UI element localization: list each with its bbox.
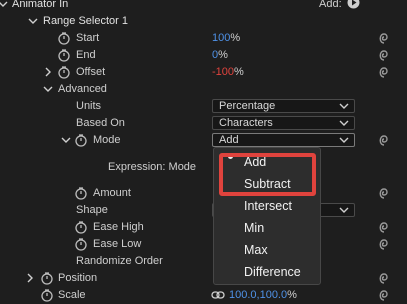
menu-item-intersect[interactable]: Intersect	[244, 198, 292, 214]
chevron-down-icon[interactable]	[61, 134, 71, 146]
randomize-order-label: Randomize Order	[76, 255, 163, 267]
ease-high-row: Ease High	[0, 219, 407, 236]
ease-low-row: Ease Low	[0, 236, 407, 253]
pickwhip-icon[interactable]	[377, 237, 391, 251]
chevron-down-icon	[339, 137, 349, 143]
mode-dropdown-value: Add	[219, 134, 239, 146]
position-row: Position	[0, 270, 407, 287]
chevron-right-icon[interactable]	[25, 272, 35, 284]
menu-item-max[interactable]: Max	[244, 242, 268, 258]
stopwatch-icon[interactable]	[74, 220, 88, 234]
pickwhip-icon[interactable]	[377, 288, 391, 302]
pickwhip-icon[interactable]	[377, 271, 391, 285]
position-label: Position	[58, 272, 98, 284]
stopwatch-icon[interactable]	[74, 237, 88, 251]
units-label: Units	[76, 100, 102, 112]
offset-value[interactable]: -100%	[212, 65, 244, 80]
chevron-down-icon	[339, 103, 349, 109]
units-dropdown[interactable]: Percentage	[212, 99, 355, 113]
end-label: End	[76, 49, 96, 61]
pickwhip-icon[interactable]	[377, 65, 391, 79]
start-label: Start	[76, 32, 100, 44]
chevron-down-icon[interactable]	[0, 0, 8, 10]
stopwatch-icon[interactable]	[40, 288, 54, 302]
end-value[interactable]: 0%	[212, 48, 228, 63]
expression-mode-label: Expression: Mode	[108, 161, 197, 173]
randomize-order-row: Randomize Order	[0, 253, 407, 270]
start-row: Start 100%	[0, 30, 407, 47]
advanced-label: Advanced	[58, 83, 107, 95]
expression-mode-row: Expression: Mode	[0, 159, 407, 176]
range-selector-label: Range Selector 1	[43, 15, 128, 27]
stopwatch-icon[interactable]	[57, 31, 71, 45]
add-label: Add:	[319, 0, 342, 10]
amount-label: Amount	[93, 187, 131, 199]
mode-label: Mode	[93, 134, 121, 146]
mode-dropdown[interactable]: Add	[212, 133, 355, 147]
start-value[interactable]: 100%	[212, 31, 240, 46]
end-row: End 0%	[0, 47, 407, 64]
stopwatch-icon[interactable]	[57, 65, 71, 79]
pickwhip-icon[interactable]	[377, 186, 391, 200]
based-on-dropdown[interactable]: Characters	[212, 116, 355, 130]
highlight-box	[219, 153, 316, 196]
based-on-row: Based On Characters	[0, 115, 407, 132]
chevron-down-icon[interactable]	[43, 83, 53, 95]
pickwhip-icon[interactable]	[377, 133, 391, 147]
chevron-down-icon	[339, 207, 349, 213]
mode-row: Mode Add	[0, 132, 407, 149]
pickwhip-icon[interactable]	[377, 48, 391, 62]
amount-row: Amount	[0, 185, 407, 202]
animator-label: Animator In	[12, 0, 69, 10]
pickwhip-icon[interactable]	[377, 31, 391, 45]
animator-row: Animator In Add:	[0, 0, 407, 13]
pickwhip-icon[interactable]	[377, 220, 391, 234]
scale-row: Scale 100.0,100.0%	[0, 287, 407, 304]
ease-low-label: Ease Low	[93, 238, 142, 250]
stopwatch-icon[interactable]	[57, 48, 71, 62]
menu-item-difference[interactable]: Difference	[244, 264, 301, 280]
advanced-row[interactable]: Advanced	[0, 81, 407, 98]
chevron-down-icon	[339, 120, 349, 126]
stopwatch-icon[interactable]	[74, 133, 88, 147]
units-dropdown-value: Percentage	[219, 100, 276, 112]
ease-high-label: Ease High	[93, 221, 144, 233]
shape-row: Shape	[0, 202, 407, 219]
units-row: Units Percentage	[0, 98, 407, 115]
offset-row: Offset -100%	[0, 64, 407, 81]
add-play-icon[interactable]	[347, 0, 360, 9]
stopwatch-icon[interactable]	[74, 186, 88, 200]
stopwatch-icon[interactable]	[40, 271, 54, 285]
based-on-label: Based On	[76, 117, 125, 129]
link-icon[interactable]	[211, 290, 225, 300]
based-on-dropdown-value: Characters	[219, 117, 273, 129]
chevron-down-icon[interactable]	[28, 15, 38, 27]
menu-item-min[interactable]: Min	[244, 220, 264, 236]
shape-label: Shape	[76, 204, 108, 216]
offset-label: Offset	[76, 66, 106, 78]
chevron-right-icon[interactable]	[43, 66, 53, 78]
range-selector-row[interactable]: Range Selector 1	[0, 13, 407, 30]
